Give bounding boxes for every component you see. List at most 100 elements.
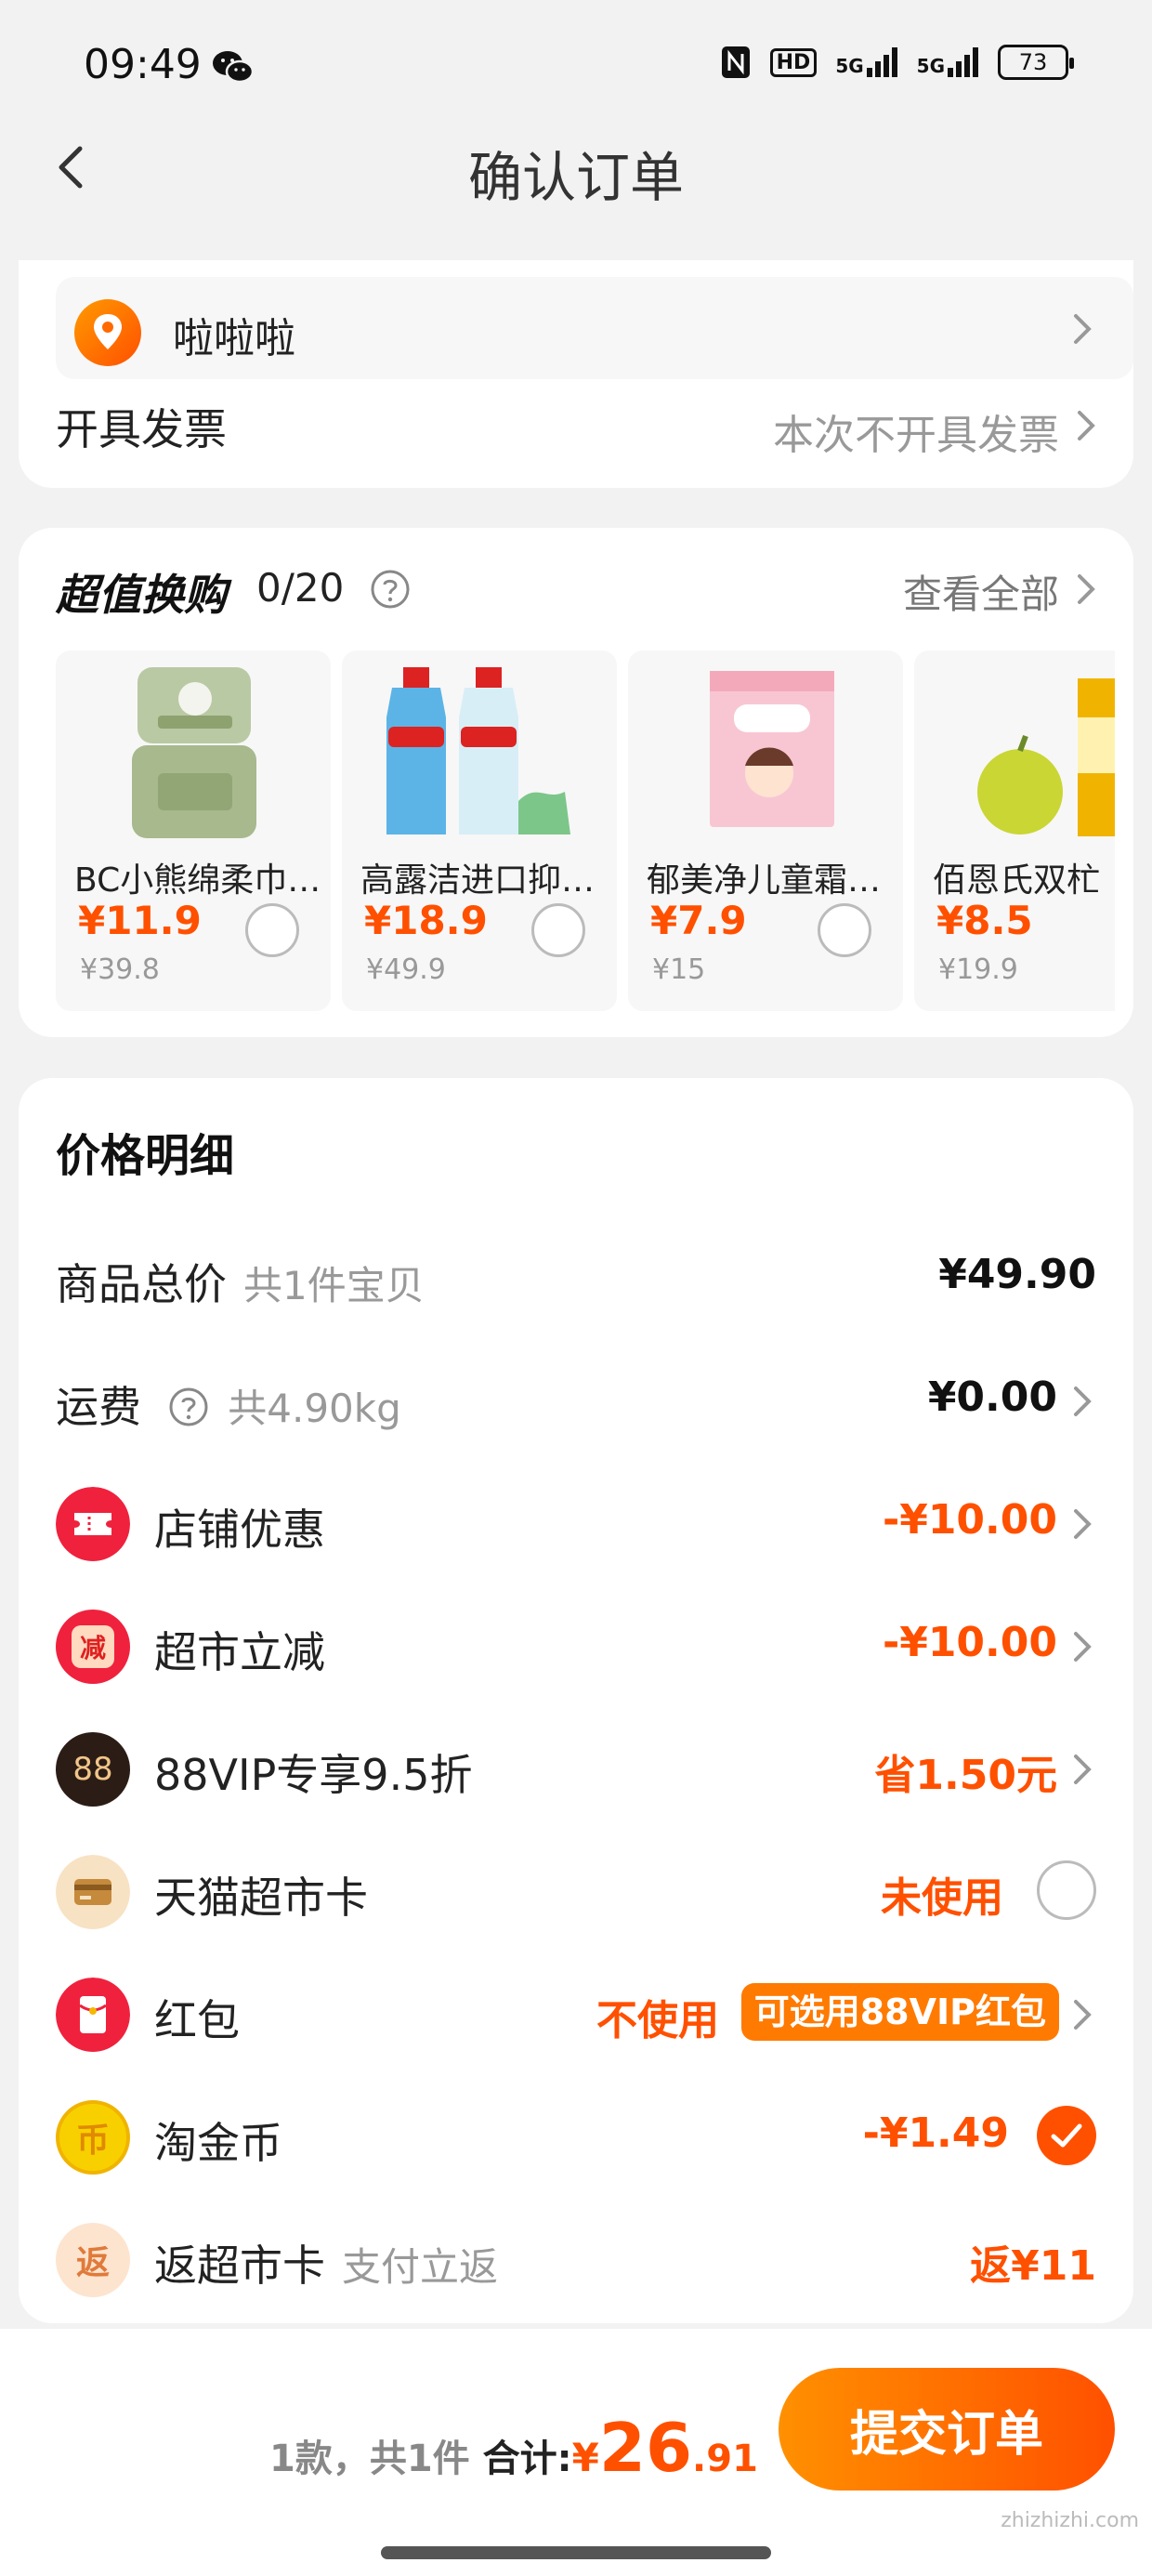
item-count: 1款，共1件 [269,2438,470,2480]
price-detail-title: 价格明细 [56,1130,235,1182]
address-row[interactable]: 啦啦啦 [56,277,1133,379]
select-radio[interactable] [818,903,871,957]
product-price: ¥11.9 [78,898,202,943]
shipping-value: ¥0.00 [927,1373,1057,1421]
cashback-value: 返¥11 [970,2242,1096,2290]
wipes-pack-image [132,667,256,838]
help-icon[interactable] [168,1387,209,1427]
home-indicator[interactable] [381,2546,771,2559]
chevron-right-icon [1074,2000,1092,2030]
row-label: 店铺优惠 [154,1505,325,1555]
row-label: 商品总价 共1件宝贝 [56,1259,425,1309]
select-radio[interactable] [531,903,585,957]
row-label: 超市立减 [154,1627,325,1677]
kids-cream-box-image [710,671,834,827]
row-label: 天猫超市卡 [154,1873,368,1923]
goods-total-row: 商品总价 共1件宝贝 ¥49.90 [19,1230,1133,1323]
invoice-value[interactable]: 本次不开具发票 [773,401,1059,461]
product-original-price: ¥49.9 [366,953,446,986]
product-name: 郁美净儿童霜… [647,861,882,900]
product-price: ¥18.9 [364,898,488,943]
store-discount-row[interactable]: 店铺优惠 -¥10.00 [19,1476,1133,1569]
gold-coin-icon: 币 [56,2100,130,2175]
product-original-price: ¥15 [652,953,706,986]
chevron-right-icon[interactable] [1072,571,1100,608]
total-label: 合计: [482,2438,572,2480]
reduction-icon: 减 [56,1610,130,1684]
vip-discount-row[interactable]: 88 88VIP专享9.5折 省1.50元 [19,1721,1133,1814]
product-name: 高露洁进口抑… [360,861,596,900]
view-all-link[interactable]: 查看全部 [903,563,1059,620]
help-icon[interactable] [370,569,411,610]
product-original-price: ¥19.9 [938,953,1018,986]
submit-order-button[interactable]: 提交订单 [779,2368,1115,2491]
nfc-icon [721,46,750,78]
pomelo-juice-image [977,678,1115,836]
cashback-row: 返 返超市卡 支付立返 返¥11 [19,2212,1133,2305]
select-radio[interactable] [245,903,299,957]
nav-bar: 确认订单 [0,121,1152,214]
checkmark-icon[interactable] [1037,2106,1096,2165]
product-original-price: ¥39.8 [80,953,160,986]
product-card[interactable]: 郁美净儿童霜… ¥7.9 ¥15 [628,651,903,1011]
location-pin-icon [74,299,141,366]
chevron-right-icon [1074,1509,1092,1539]
market-reduction-row[interactable]: 减 超市立减 -¥10.00 [19,1598,1133,1691]
product-price: ¥8.5 [936,898,1033,943]
order-summary: 1款，共1件 合计:¥26.91 [269,2409,758,2487]
chevron-right-icon [1074,1387,1092,1416]
gold-coin-row[interactable]: 币 淘金币 -¥1.49 [19,2089,1133,2182]
row-label: 淘金币 [154,2118,282,2168]
product-name: 佰恩氏双杧 [933,861,1101,900]
red-packet-row[interactable]: 红包 不使用 可选用88VIP红包 [19,1966,1133,2059]
market-reduction-value: -¥10.00 [882,1619,1057,1666]
signal-icon: 5G [917,47,979,77]
hd-icon: HD [769,47,818,77]
vip-88-icon: 88 [56,1732,130,1807]
total-decimal: .91 [692,2438,758,2480]
deal-title: 超值换购 [56,570,227,620]
bottom-bar: 1款，共1件 合计:¥26.91 提交订单 [0,2329,1152,2576]
wechat-icon [213,51,255,84]
total-currency: ¥ [571,2435,599,2480]
status-indicators: HD 5G 5G 73 [720,45,1074,80]
product-card[interactable]: 佰恩氏双杧 ¥8.5 ¥19.9 [914,651,1115,1011]
vip-discount-value: 省1.50元 [874,1752,1057,1799]
watermark: zhizhizhi.com [1001,2509,1139,2532]
store-discount-value: -¥10.00 [882,1496,1057,1544]
market-card-radio[interactable] [1037,1860,1096,1920]
goods-total-value: ¥49.90 [938,1251,1096,1298]
product-card[interactable]: 高露洁进口抑… ¥18.9 ¥49.9 [342,651,617,1011]
chevron-right-icon[interactable] [1072,407,1100,444]
total-integer: 26 [598,2409,693,2487]
coupon-icon [56,1487,130,1561]
product-name: BC小熊绵柔巾… [74,861,321,900]
row-label: 红包 [154,1995,240,2045]
status-time: 09:49 [84,41,202,88]
shipping-row[interactable]: 运费 共4.90kg ¥0.00 [19,1353,1133,1446]
chevron-right-icon [1074,1632,1092,1662]
address-card: 啦啦啦 开具发票 本次不开具发票 [19,260,1133,488]
vip-red-packet-badge[interactable]: 可选用88VIP红包 [740,1983,1059,2041]
row-label: 返超市卡 支付立返 [154,2241,499,2291]
market-card-value: 未使用 [881,1874,1003,1922]
product-card[interactable]: BC小熊绵柔巾… ¥11.9 ¥39.8 [56,651,331,1011]
signal-icon: 5G [835,47,897,77]
mouthwash-bottles-image [386,667,570,835]
market-card-row[interactable]: 天猫超市卡 未使用 [19,1844,1133,1937]
page-title: 确认订单 [467,146,684,209]
deal-count: 0/20 [256,565,345,611]
row-label: 运费 共4.90kg [56,1382,401,1432]
product-price: ¥7.9 [650,898,747,943]
chevron-right-icon [1074,1755,1092,1784]
cashback-icon: 返 [56,2223,130,2297]
chevron-right-icon [1074,314,1092,344]
row-label: 88VIP专享9.5折 [154,1750,473,1800]
address-name: 啦啦啦 [173,315,295,362]
gold-coin-value: -¥1.49 [862,2109,1009,2157]
deal-card: 超值换购 0/20 查看全部 BC小熊绵柔巾… ¥11.9 ¥39.8 高露洁进… [19,528,1133,1037]
battery-icon: 73 [998,45,1074,80]
card-icon [56,1855,130,1929]
red-packet-icon [56,1978,130,2052]
status-bar: 09:49 HD 5G 5G 73 [0,0,1152,139]
